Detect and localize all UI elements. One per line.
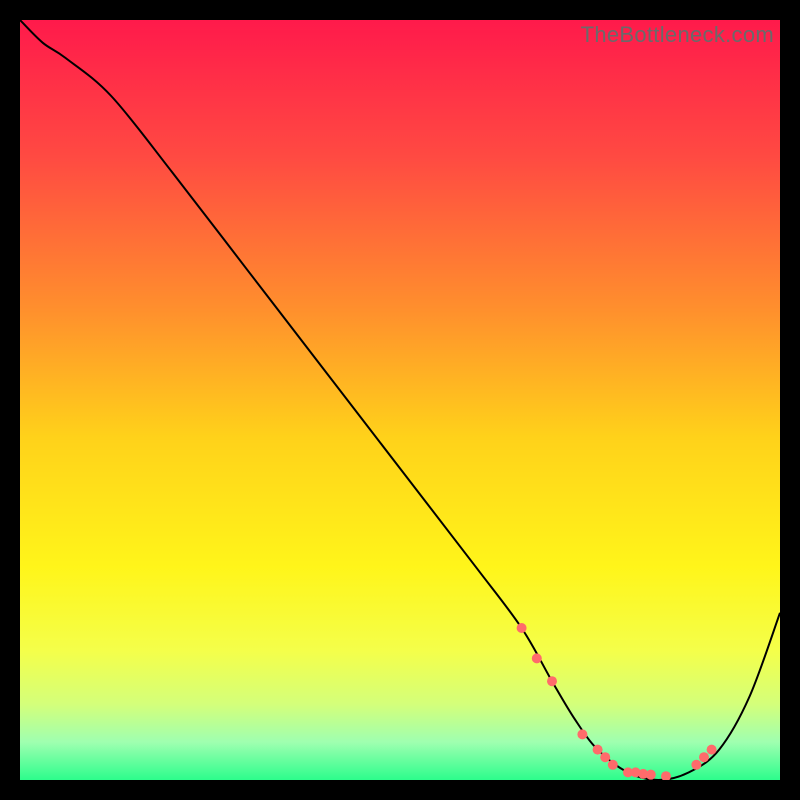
- marker-point: [600, 752, 610, 762]
- chart-svg: [20, 20, 780, 780]
- marker-point: [517, 623, 527, 633]
- marker-point: [577, 729, 587, 739]
- marker-point: [699, 752, 709, 762]
- watermark-text: TheBottleneck.com: [581, 22, 774, 48]
- marker-point: [691, 760, 701, 770]
- marker-point: [608, 760, 618, 770]
- marker-point: [646, 770, 656, 780]
- chart-frame: TheBottleneck.com: [20, 20, 780, 780]
- marker-point: [593, 745, 603, 755]
- marker-point: [547, 676, 557, 686]
- marker-point: [532, 653, 542, 663]
- marker-point: [707, 745, 717, 755]
- chart-background: [20, 20, 780, 780]
